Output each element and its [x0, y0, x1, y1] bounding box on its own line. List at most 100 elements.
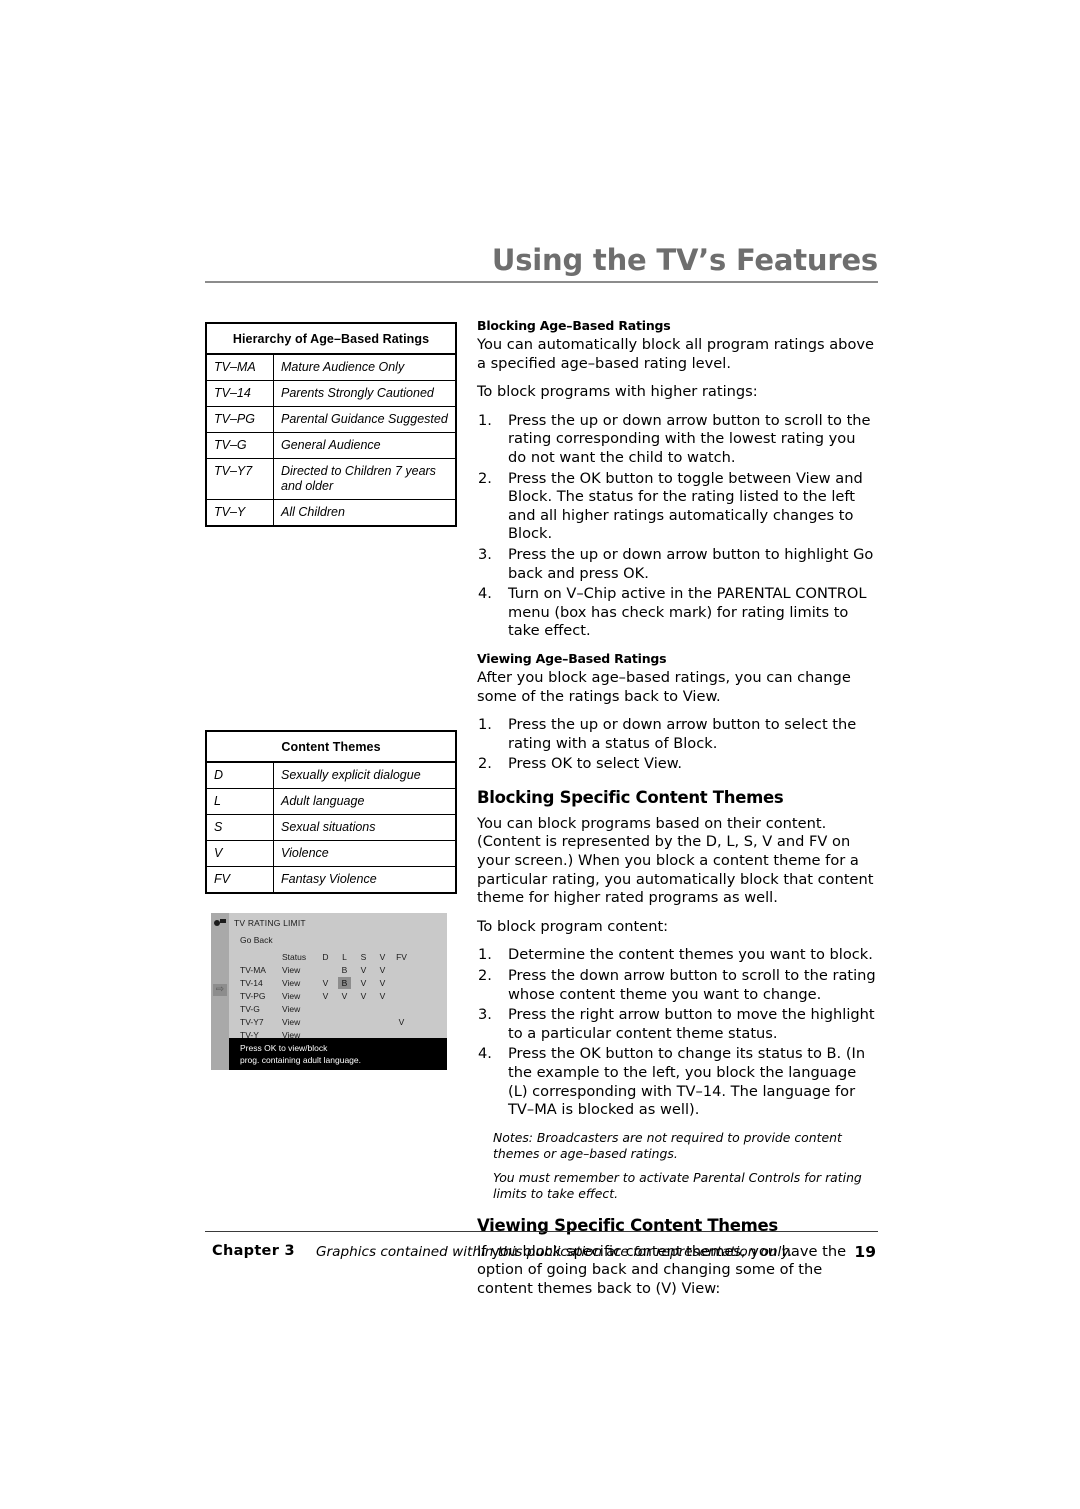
list-item: 2. Press the OK button to toggle between …	[477, 470, 878, 544]
osd-rating-status[interactable]: View	[282, 1003, 316, 1016]
osd-message-line-1: Press OK to view/block	[240, 1043, 328, 1053]
footer-divider	[205, 1231, 878, 1232]
osd-rating-row[interactable]: TV-14 View V B V V	[234, 977, 447, 990]
hierarchy-table-body: TV–MA Mature Audience Only TV–14 Parents…	[205, 353, 457, 527]
osd-flag-fv[interactable]	[392, 1003, 411, 1016]
blocking-age-lead: To block programs with higher ratings:	[477, 383, 758, 401]
step-number: 1.	[478, 411, 492, 429]
osd-flag-fv[interactable]	[392, 990, 411, 1003]
osd-row-pointer-arrow-icon: ⇨	[213, 984, 227, 996]
osd-rating-status[interactable]: View	[282, 964, 316, 977]
osd-rating-status[interactable]: View	[282, 977, 316, 990]
step-number: 3.	[478, 545, 492, 563]
theme-description: Fantasy Violence	[273, 866, 457, 894]
page-footer: Chapter 3 Graphics contained within this…	[205, 1243, 878, 1265]
osd-flag-v[interactable]	[373, 1003, 392, 1016]
hierarchy-table-caption: Hierarchy of Age–Based Ratings	[205, 322, 457, 355]
osd-flag-l[interactable]: V	[335, 990, 354, 1003]
osd-col-status: Status	[282, 952, 307, 962]
osd-flag-l[interactable]	[335, 1003, 354, 1016]
table-row: L Adult language	[205, 788, 457, 815]
osd-ratings-grid: Status D L S V FV TV-MA View B V V TV-14…	[234, 951, 447, 1042]
osd-flag-s[interactable]: V	[354, 977, 373, 990]
osd-flag-fv[interactable]	[392, 977, 411, 990]
blocking-specific-content-themes-heading: Blocking Specific Content Themes	[477, 787, 784, 807]
osd-flag-s[interactable]: V	[354, 990, 373, 1003]
osd-selected-flag-highlight[interactable]: B	[338, 977, 351, 989]
step-text: Press the OK button to toggle between Vi…	[508, 469, 863, 543]
osd-flag-l-selected[interactable]: B	[335, 977, 354, 990]
table-row: FV Fantasy Violence	[205, 866, 457, 894]
osd-rating-status[interactable]: View	[282, 990, 316, 1003]
osd-go-back-item[interactable]: Go Back	[240, 935, 273, 945]
osd-col-s: S	[360, 952, 367, 962]
rating-description: Mature Audience Only	[273, 353, 457, 381]
osd-flag-d[interactable]: V	[316, 990, 335, 1003]
osd-rating-label: TV-14	[240, 978, 263, 988]
list-item: 1. Press the up or down arrow button to s…	[477, 412, 878, 468]
osd-grid-header-row: Status D L S V FV	[234, 951, 447, 964]
osd-flag-s[interactable]	[354, 1016, 373, 1029]
osd-flag-s[interactable]: V	[354, 964, 373, 977]
osd-message-bar: Press OK to view/block prog. containing …	[229, 1038, 447, 1070]
osd-rating-status[interactable]: View	[282, 1016, 316, 1029]
osd-flag-d[interactable]	[316, 1003, 335, 1016]
step-number: 2.	[478, 967, 492, 985]
osd-flag-v[interactable]: V	[373, 977, 392, 990]
rating-code: TV–PG	[205, 406, 274, 433]
step-number: 2.	[478, 755, 492, 773]
list-item: 4. Turn on V–Chip active in the PARENTAL …	[477, 585, 878, 641]
osd-rating-label: TV-G	[240, 1004, 260, 1014]
osd-flag-l[interactable]: B	[335, 964, 354, 977]
left-column: Hierarchy of Age–Based Ratings TV–MA Mat…	[205, 322, 457, 527]
content-themes-table-body: D Sexually explicit dialogue L Adult lan…	[205, 761, 457, 894]
osd-flag-v[interactable]: V	[373, 964, 392, 977]
osd-flag-fv[interactable]: V	[392, 1016, 411, 1029]
theme-code: V	[205, 840, 274, 867]
blocking-age-steps: 1. Press the up or down arrow button to s…	[477, 412, 878, 641]
hierarchy-of-age-based-ratings-table: Hierarchy of Age–Based Ratings TV–MA Mat…	[205, 322, 457, 527]
rating-code: TV–G	[205, 432, 274, 459]
osd-flag-fv[interactable]	[392, 964, 411, 977]
table-row: TV–PG Parental Guidance Suggested	[205, 406, 457, 433]
osd-flag-v[interactable]	[373, 1016, 392, 1029]
osd-flag-d[interactable]	[316, 964, 335, 977]
rating-code: TV–14	[205, 380, 274, 407]
osd-flag-s[interactable]	[354, 1003, 373, 1016]
list-item: 3. Press the up or down arrow button to h…	[477, 546, 878, 583]
theme-code: FV	[205, 866, 274, 894]
theme-code: S	[205, 814, 274, 841]
theme-description: Sexually explicit dialogue	[273, 761, 457, 789]
step-text: Press the OK button to change its status…	[508, 1045, 866, 1119]
page-header: Using the TV’s Features	[205, 243, 878, 283]
right-column: Blocking Age–Based Ratings You can autom…	[477, 318, 878, 1309]
osd-grid-corner	[234, 951, 282, 964]
blocking-themes-note-2: You must remember to activate Parental C…	[493, 1169, 862, 1201]
rating-code: TV–MA	[205, 353, 274, 381]
theme-code: D	[205, 761, 274, 789]
rating-description: Parents Strongly Cautioned	[273, 380, 457, 407]
theme-description: Violence	[273, 840, 457, 867]
step-text: Press OK to select View.	[508, 755, 682, 773]
parental-lock-icon	[214, 919, 227, 928]
blocking-themes-note-1: Notes: Broadcasters are not required to …	[493, 1129, 842, 1161]
header-divider	[205, 281, 878, 283]
osd-rating-row[interactable]: TV-Y7 View V	[234, 1016, 447, 1029]
osd-flag-d[interactable]	[316, 1016, 335, 1029]
step-text: Press the right arrow button to move the…	[508, 1006, 875, 1042]
osd-col-d: D	[322, 952, 329, 962]
step-text: Turn on V–Chip active in the PARENTAL CO…	[508, 585, 867, 640]
footer-disclaimer: Graphics contained within this publicati…	[316, 1244, 793, 1260]
osd-flag-l[interactable]	[335, 1016, 354, 1029]
table-row: V Violence	[205, 840, 457, 867]
osd-rating-row[interactable]: TV-MA View B V V	[234, 964, 447, 977]
step-number: 2.	[478, 469, 492, 487]
osd-message-line-2: prog. containing adult language.	[240, 1054, 361, 1065]
osd-flag-d[interactable]: V	[316, 977, 335, 990]
list-item: 4. Press the OK button to change its stat…	[477, 1045, 878, 1119]
osd-rating-row[interactable]: TV-G View	[234, 1003, 447, 1016]
step-number: 4.	[478, 585, 492, 603]
osd-rating-row[interactable]: TV-PG View V V V V	[234, 990, 447, 1003]
osd-flag-v[interactable]: V	[373, 990, 392, 1003]
theme-description: Adult language	[273, 788, 457, 815]
